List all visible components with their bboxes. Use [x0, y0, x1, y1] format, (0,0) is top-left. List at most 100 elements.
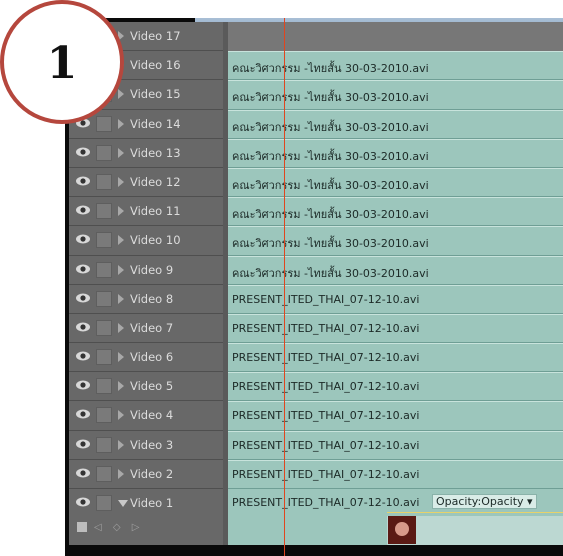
- track-header[interactable]: Video 12: [69, 167, 223, 198]
- video-clip[interactable]: PRESENT_ITED_THAI_07-12-10.avi: [228, 401, 563, 431]
- video-clip[interactable]: PRESENT_ITED_THAI_07-12-10.avi: [228, 313, 563, 344]
- video-track-row[interactable]: Video 9 คณะวิศวกรรม -ไทยสั้น 30-03-2010.…: [69, 255, 563, 285]
- video-clip[interactable]: PRESENT_ITED_THAI_07-12-10.avi Opacity:O…: [228, 489, 563, 545]
- track-header[interactable]: Video 10: [69, 226, 223, 256]
- video-track-row[interactable]: Video 2 PRESENT_ITED_THAI_07-12-10.avi: [69, 459, 563, 489]
- expand-triangle-icon[interactable]: [118, 352, 124, 363]
- video-track-row[interactable]: Video 11 คณะวิศวกรรม -ไทยสั้น 30-03-2010…: [69, 197, 563, 227]
- eye-icon[interactable]: [76, 439, 90, 449]
- video-clip[interactable]: PRESENT_ITED_THAI_07-12-10.avi: [228, 343, 563, 373]
- eye-icon[interactable]: [76, 293, 90, 303]
- track-name: Video 12: [130, 174, 181, 189]
- lock-toggle[interactable]: [96, 144, 112, 161]
- video-clip[interactable]: PRESENT_ITED_THAI_07-12-10.avi: [228, 284, 563, 314]
- video-clip[interactable]: คณะวิศวกรรม -ไทยสั้น 30-03-2010.avi: [228, 226, 563, 256]
- expand-triangle-icon[interactable]: [118, 293, 124, 304]
- eye-icon[interactable]: [76, 234, 90, 244]
- eye-icon[interactable]: [76, 264, 90, 274]
- video-clip[interactable]: คณะวิศวกรรม -ไทยสั้น 30-03-2010.avi: [228, 109, 563, 139]
- expand-triangle-icon[interactable]: [118, 264, 124, 275]
- video-track-row[interactable]: Video 6 PRESENT_ITED_THAI_07-12-10.avi: [69, 343, 563, 373]
- lock-toggle[interactable]: [96, 203, 112, 220]
- collapse-triangle-icon[interactable]: [118, 500, 128, 507]
- video-track-row[interactable]: Video 7 PRESENT_ITED_THAI_07-12-10.avi: [69, 313, 563, 344]
- video-clip[interactable]: คณะวิศวกรรม -ไทยสั้น 30-03-2010.avi: [228, 167, 563, 198]
- opacity-dropdown[interactable]: Opacity:Opacity ▾: [432, 494, 537, 509]
- expand-triangle-icon[interactable]: [118, 147, 124, 158]
- video-clip[interactable]: PRESENT_ITED_THAI_07-12-10.avi: [228, 430, 563, 460]
- track-header[interactable]: Video 11: [69, 197, 223, 227]
- eye-icon[interactable]: [76, 351, 90, 361]
- clip-thumbnail: [388, 516, 416, 544]
- lock-toggle[interactable]: [96, 495, 112, 511]
- video-track-row[interactable]: Video 14 คณะวิศวกรรม -ไทยสั้น 30-03-2010…: [69, 109, 563, 139]
- lock-toggle[interactable]: [96, 349, 112, 366]
- video-track-row[interactable]: Video 10 คณะวิศวกรรม -ไทยสั้น 30-03-2010…: [69, 226, 563, 256]
- eye-icon[interactable]: [76, 380, 90, 390]
- lock-toggle[interactable]: [96, 261, 112, 278]
- track-name: Video 4: [130, 408, 174, 423]
- video-track-row[interactable]: Video 3 PRESENT_ITED_THAI_07-12-10.avi: [69, 430, 563, 460]
- track-header[interactable]: Video 3: [69, 430, 223, 460]
- track-header[interactable]: Video 2: [69, 459, 223, 489]
- video-clip[interactable]: PRESENT_ITED_THAI_07-12-10.avi: [228, 459, 563, 489]
- video-track-row-expanded[interactable]: Video 1 ◁ ◇ ▷ PRESENT_ITED_THAI_07-12-10…: [69, 489, 563, 545]
- lock-toggle[interactable]: [96, 232, 112, 249]
- eye-icon[interactable]: [76, 322, 90, 332]
- expand-triangle-icon[interactable]: [118, 322, 124, 333]
- video-track-row[interactable]: Video 13 คณะวิศวกรรม -ไทยสั้น 30-03-2010…: [69, 138, 563, 168]
- video-clip[interactable]: คณะวิศวกรรม -ไทยสั้น 30-03-2010.avi: [228, 197, 563, 227]
- lock-toggle[interactable]: [96, 436, 112, 453]
- lock-toggle[interactable]: [96, 465, 112, 482]
- eye-icon[interactable]: [76, 468, 90, 478]
- expand-triangle-icon[interactable]: [118, 235, 124, 246]
- lock-toggle[interactable]: [96, 407, 112, 424]
- track-header[interactable]: Video 7: [69, 313, 223, 344]
- track-header[interactable]: Video 9: [69, 255, 223, 285]
- eye-icon[interactable]: [76, 497, 90, 507]
- expand-triangle-icon[interactable]: [118, 410, 124, 421]
- keyframe-display-icon[interactable]: [77, 522, 87, 532]
- opacity-rubber-band[interactable]: [387, 512, 563, 513]
- expand-triangle-icon[interactable]: [118, 468, 124, 479]
- video-clip[interactable]: คณะวิศวกรรม -ไทยสั้น 30-03-2010.avi: [228, 80, 563, 110]
- video-track-row[interactable]: Video 15 คณะวิศวกรรม -ไทยสั้น 30-03-2010…: [69, 80, 563, 110]
- eye-icon[interactable]: [76, 176, 90, 186]
- video-track-row[interactable]: Video 17: [69, 22, 563, 52]
- track-name: Video 1: [130, 496, 174, 510]
- eye-icon[interactable]: [76, 147, 90, 157]
- video-track-row[interactable]: Video 5 PRESENT_ITED_THAI_07-12-10.avi: [69, 372, 563, 402]
- track-name: Video 10: [130, 233, 181, 248]
- video-track-row[interactable]: Video 8 PRESENT_ITED_THAI_07-12-10.avi: [69, 284, 563, 314]
- track-header[interactable]: Video 8: [69, 284, 223, 314]
- expand-triangle-icon[interactable]: [118, 206, 124, 217]
- video-track-row[interactable]: Video 12 คณะวิศวกรรม -ไทยสั้น 30-03-2010…: [69, 167, 563, 198]
- track-header[interactable]: Video 13: [69, 138, 223, 168]
- expand-triangle-icon[interactable]: [118, 176, 124, 187]
- video-clip[interactable]: คณะวิศวกรรม -ไทยสั้น 30-03-2010.avi: [228, 255, 563, 285]
- clip-label: คณะวิศวกรรม -ไทยสั้น 30-03-2010.avi: [232, 178, 429, 192]
- video-clip[interactable]: คณะวิศวกรรม -ไทยสั้น 30-03-2010.avi: [228, 51, 563, 81]
- eye-icon[interactable]: [76, 409, 90, 419]
- expand-triangle-icon[interactable]: [118, 381, 124, 392]
- lock-toggle[interactable]: [96, 378, 112, 395]
- keyframe-navigator[interactable]: ◁ ◇ ▷: [94, 522, 143, 533]
- expand-triangle-icon[interactable]: [118, 118, 124, 129]
- track-header[interactable]: Video 5: [69, 372, 223, 402]
- track-header[interactable]: Video 4: [69, 401, 223, 431]
- expand-triangle-icon[interactable]: [118, 439, 124, 450]
- expand-triangle-icon[interactable]: [118, 89, 124, 100]
- eye-icon[interactable]: [76, 205, 90, 215]
- track-header[interactable]: Video 6: [69, 343, 223, 373]
- track-header[interactable]: Video 1 ◁ ◇ ▷: [69, 489, 223, 545]
- lock-toggle[interactable]: [96, 290, 112, 307]
- lock-toggle[interactable]: [96, 173, 112, 190]
- lock-toggle[interactable]: [96, 319, 112, 336]
- lock-toggle[interactable]: [96, 115, 112, 132]
- video-track-row[interactable]: Video 4 PRESENT_ITED_THAI_07-12-10.avi: [69, 401, 563, 431]
- video-clip[interactable]: PRESENT_ITED_THAI_07-12-10.avi: [228, 372, 563, 402]
- playhead-line[interactable]: [284, 18, 285, 556]
- empty-track-area[interactable]: [228, 22, 563, 52]
- video-clip[interactable]: คณะวิศวกรรม -ไทยสั้น 30-03-2010.avi: [228, 138, 563, 168]
- video-track-row[interactable]: Video 16 คณะวิศวกรรม -ไทยสั้น 30-03-2010…: [69, 51, 563, 81]
